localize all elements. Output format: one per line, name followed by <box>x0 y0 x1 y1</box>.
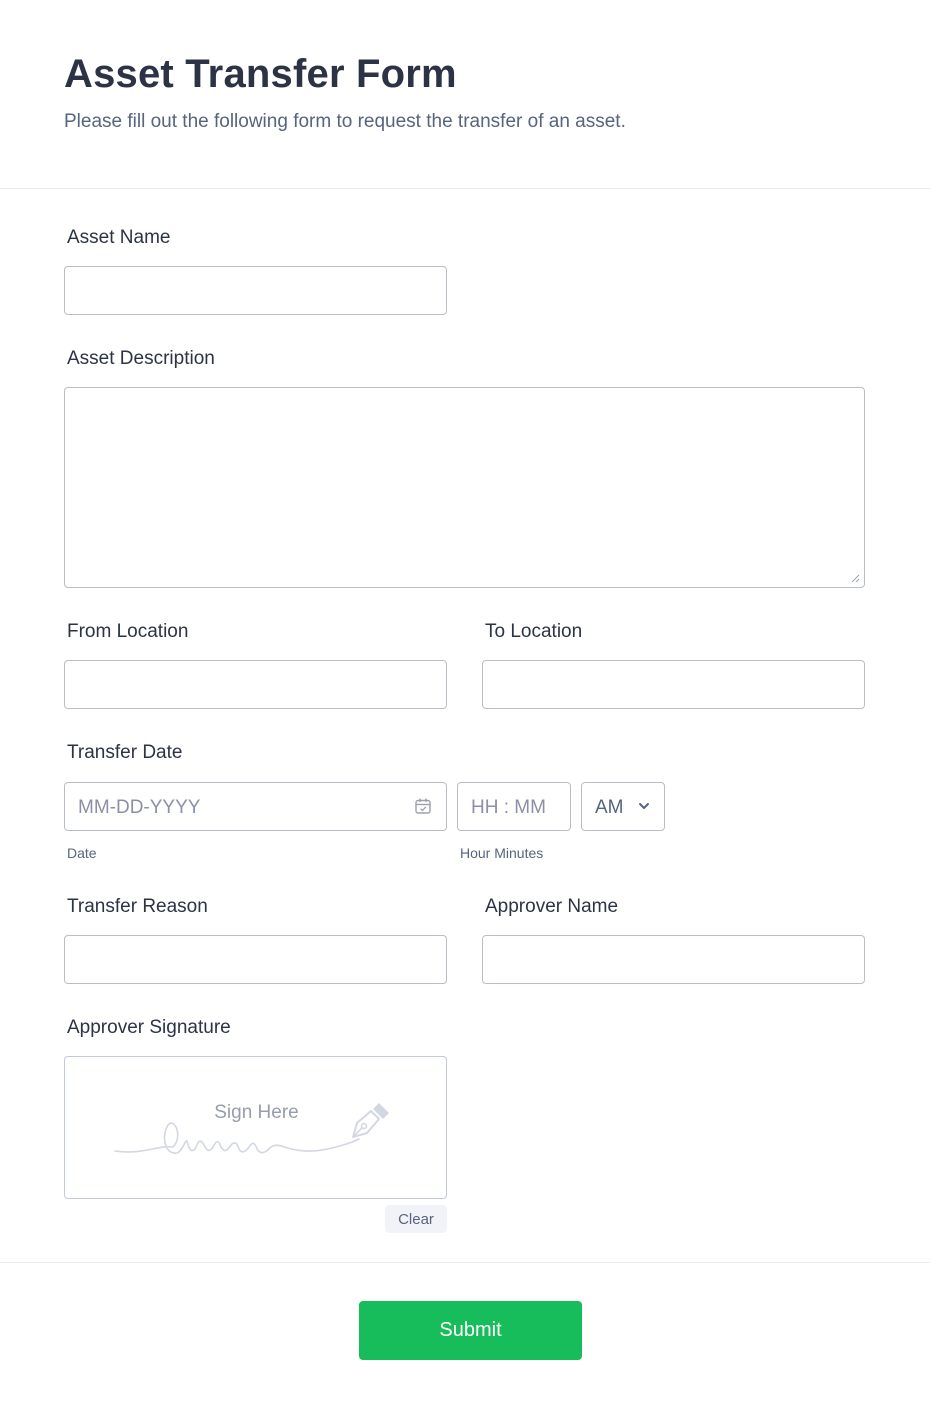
date-input[interactable]: MM-DD-YYYY <box>64 782 447 831</box>
asset-name-input[interactable] <box>64 266 447 315</box>
date-sublabel: Date <box>67 845 97 861</box>
from-location-input[interactable] <box>64 660 447 709</box>
from-location-label: From Location <box>67 621 189 642</box>
to-location-input[interactable] <box>482 660 865 709</box>
clear-signature-button[interactable]: Clear <box>385 1205 447 1233</box>
asset-name-label: Asset Name <box>67 227 171 248</box>
approver-name-label: Approver Name <box>485 896 619 917</box>
ampm-value: AM <box>595 797 624 818</box>
pen-nib-icon <box>352 1103 389 1138</box>
form-subtitle: Please fill out the following form to re… <box>64 111 626 132</box>
time-input[interactable]: HH : MM <box>457 782 571 831</box>
time-placeholder: HH : MM <box>471 797 546 818</box>
form-header: Asset Transfer Form Please fill out the … <box>0 0 930 189</box>
to-location-label: To Location <box>485 621 583 642</box>
signature-pad[interactable]: Sign Here <box>64 1056 447 1199</box>
submit-button[interactable]: Submit <box>359 1301 582 1360</box>
chevron-down-icon <box>639 803 649 809</box>
asset-description-textarea[interactable] <box>64 387 865 588</box>
footer-divider <box>0 1262 930 1263</box>
ampm-select[interactable]: AM <box>581 782 665 831</box>
asset-description-label: Asset Description <box>67 348 215 369</box>
approver-signature-label: Approver Signature <box>67 1017 231 1038</box>
form-title: Asset Transfer Form <box>64 52 457 96</box>
date-placeholder: MM-DD-YYYY <box>78 797 201 818</box>
transfer-reason-label: Transfer Reason <box>67 896 208 917</box>
calendar-icon[interactable] <box>414 797 432 815</box>
approver-name-input[interactable] <box>482 935 865 984</box>
transfer-reason-input[interactable] <box>64 935 447 984</box>
resize-handle-icon[interactable] <box>851 574 860 583</box>
time-sublabel: Hour Minutes <box>460 845 544 861</box>
transfer-date-label: Transfer Date <box>67 742 183 763</box>
